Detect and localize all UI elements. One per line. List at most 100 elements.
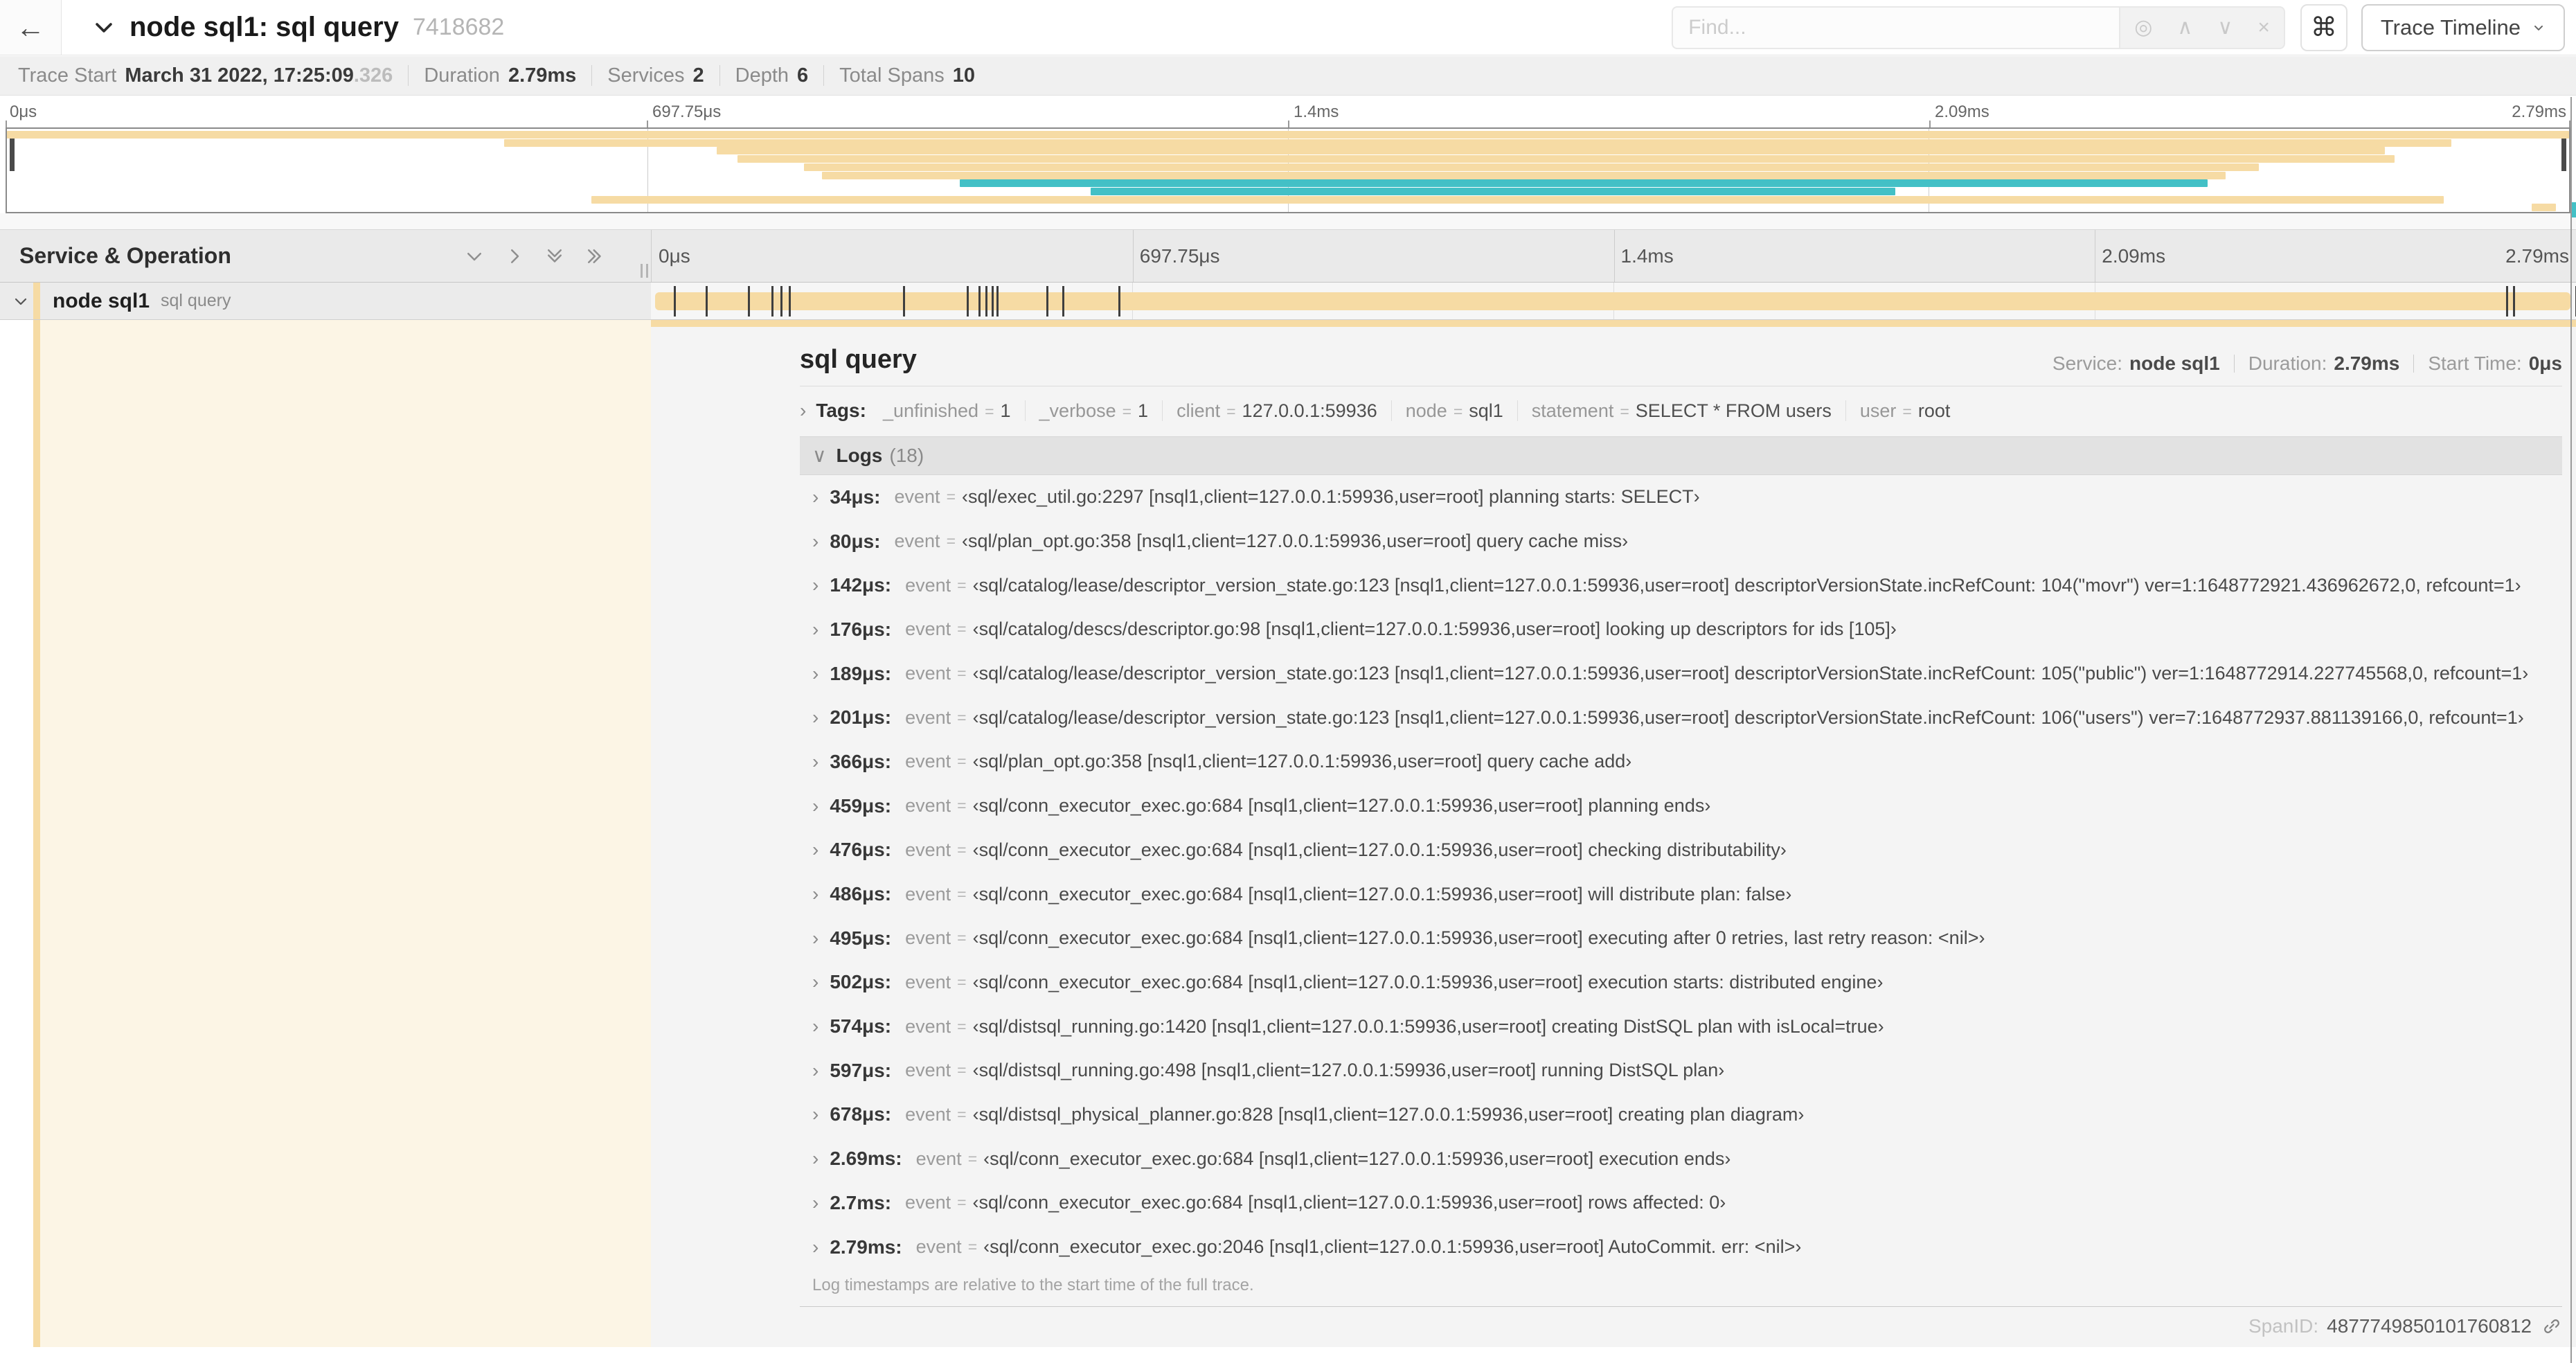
link-icon[interactable] bbox=[2541, 1316, 2562, 1337]
tags-row[interactable]: › Tags: _unfinished = 1 _verbose = 1 client = 12… bbox=[800, 395, 2562, 427]
chevron-down-icon[interactable]: ∨ bbox=[812, 446, 827, 465]
chevron-down-icon[interactable] bbox=[92, 16, 116, 39]
chevron-right-icon[interactable]: › bbox=[812, 1060, 819, 1080]
span-tree-toggle-icon[interactable] bbox=[12, 293, 29, 310]
log-marker bbox=[967, 286, 969, 317]
chevron-right-icon[interactable]: › bbox=[812, 1193, 819, 1213]
span-duration-bar[interactable] bbox=[655, 292, 2570, 310]
span-timeline-cell[interactable] bbox=[651, 283, 2576, 319]
back-button[interactable]: ← bbox=[0, 0, 62, 55]
log-rows: › 34μs: event = ‹sql/exec_util.go:2297 [nsql… bbox=[800, 475, 2562, 1269]
chevron-right-icon[interactable]: › bbox=[812, 576, 819, 595]
log-marker bbox=[992, 286, 994, 317]
chevron-right-icon[interactable]: › bbox=[812, 840, 819, 859]
log-row[interactable]: › 502μs: event = ‹sql/conn_executor_exec.go:… bbox=[800, 961, 2562, 1005]
chevron-right-icon[interactable]: › bbox=[812, 796, 819, 816]
timeline-tick-label: 2.09ms bbox=[2102, 244, 2166, 267]
trace-minimap[interactable] bbox=[6, 127, 2570, 213]
log-row[interactable]: › 678μs: event = ‹sql/distsql_physical_plann… bbox=[800, 1093, 2562, 1137]
trace-info-item: Depth 6 bbox=[735, 64, 809, 87]
service-operation-header: Service & Operation bbox=[0, 230, 652, 282]
log-row[interactable]: › 597μs: event = ‹sql/distsql_running.go:498… bbox=[800, 1049, 2562, 1093]
log-marker bbox=[748, 286, 751, 317]
minimap-span-bar bbox=[960, 179, 2208, 188]
log-marker bbox=[789, 286, 791, 317]
span-color-stripe bbox=[33, 320, 40, 1347]
log-timestamp: 2.69ms: bbox=[830, 1148, 902, 1170]
chevron-right-icon[interactable]: › bbox=[800, 401, 806, 420]
prev-match-icon[interactable]: ∧ bbox=[2177, 17, 2192, 38]
logs-header[interactable]: ∨ Logs (18) bbox=[800, 436, 2562, 475]
log-row[interactable]: › 459μs: event = ‹sql/conn_executor_exec.go:… bbox=[800, 784, 2562, 828]
chevron-right-icon[interactable]: › bbox=[812, 751, 819, 772]
span-service-name: node sql1 bbox=[53, 289, 150, 312]
minimap-span-bar bbox=[591, 195, 2444, 204]
trace-info-item: Total Spans 10 bbox=[839, 64, 975, 87]
log-row[interactable]: › 2.7ms: event = ‹sql/conn_executor_exec.go:… bbox=[800, 1181, 2562, 1225]
minimap-span-bar bbox=[503, 139, 2451, 147]
clear-find-icon[interactable]: × bbox=[2257, 17, 2270, 38]
log-field-value: ‹sql/plan_opt.go:358 [nsql1,client=127.0… bbox=[972, 751, 1632, 772]
logs-label: Logs bbox=[836, 445, 883, 466]
chevron-right-icon[interactable]: › bbox=[812, 928, 819, 948]
timeline-tick-label: 1.4ms bbox=[1620, 244, 1674, 267]
chevron-right-icon[interactable]: › bbox=[812, 531, 819, 551]
tag-equals: = bbox=[1226, 402, 1236, 420]
log-row[interactable]: › 574μs: event = ‹sql/distsql_running.go:142… bbox=[800, 1004, 2562, 1049]
chevron-right-icon[interactable]: › bbox=[812, 1149, 819, 1168]
timeline-tick-label: 697.75μs bbox=[1139, 244, 1220, 267]
keyboard-shortcuts-button[interactable]: ⌘ bbox=[2300, 3, 2347, 51]
log-row[interactable]: › 80μs: event = ‹sql/plan_opt.go:358 [nsql1,… bbox=[800, 519, 2562, 564]
chevron-right-icon[interactable]: › bbox=[812, 663, 819, 684]
timeline-tick-label: 0μs bbox=[659, 244, 690, 267]
log-field-value: ‹sql/conn_executor_exec.go:684 [nsql1,cl… bbox=[972, 839, 1787, 860]
chevron-down-icon[interactable] bbox=[464, 246, 485, 267]
log-row[interactable]: › 201μs: event = ‹sql/catalog/lease/descript… bbox=[800, 695, 2562, 740]
double-chevron-right-icon[interactable] bbox=[584, 246, 605, 267]
trace-info-item: Trace Start March 31 2022, 17:25:09.326 bbox=[18, 64, 393, 87]
find-input[interactable] bbox=[1672, 6, 2120, 49]
log-field-key: event bbox=[915, 1236, 962, 1258]
tag-item: statement = SELECT * FROM users bbox=[1532, 400, 1832, 422]
chevron-right-icon[interactable]: › bbox=[812, 1237, 819, 1257]
tag-equals: = bbox=[985, 402, 994, 420]
span-name-cell[interactable]: node sql1 sql query bbox=[0, 283, 651, 319]
log-row[interactable]: › 2.79ms: event = ‹sql/conn_executor_exec.go… bbox=[800, 1225, 2562, 1270]
next-match-icon[interactable]: ∨ bbox=[2217, 17, 2233, 38]
chevron-right-icon[interactable]: › bbox=[812, 1105, 819, 1124]
trace-info-value-fraction: .326 bbox=[353, 64, 393, 87]
log-field-key: event bbox=[905, 751, 951, 772]
locate-span-icon[interactable]: ◎ bbox=[2134, 17, 2152, 38]
axis-tick-label: 2.09ms bbox=[1935, 103, 1989, 121]
chevron-right-icon[interactable] bbox=[504, 246, 525, 267]
log-timestamp: 189μs: bbox=[830, 662, 892, 684]
log-row[interactable]: › 495μs: event = ‹sql/conn_executor_exec.go:… bbox=[800, 916, 2562, 961]
trace-title-group[interactable]: node sql1: sql query 7418682 bbox=[92, 12, 504, 43]
chevron-right-icon[interactable]: › bbox=[812, 884, 819, 904]
log-row[interactable]: › 2.69ms: event = ‹sql/conn_executor_exec.go… bbox=[800, 1137, 2562, 1181]
column-resizer[interactable] bbox=[641, 264, 648, 278]
double-chevron-down-icon[interactable] bbox=[544, 246, 565, 267]
log-row[interactable]: › 366μs: event = ‹sql/plan_opt.go:358 [nsql1… bbox=[800, 740, 2562, 784]
log-row[interactable]: › 176μs: event = ‹sql/catalog/descs/descript… bbox=[800, 607, 2562, 652]
tag-item: client = 127.0.0.1:59936 bbox=[1177, 400, 1377, 422]
span-row: node sql1 sql query bbox=[0, 283, 2576, 320]
tag-separator bbox=[1517, 400, 1518, 421]
tag-item: node = sql1 bbox=[1406, 400, 1503, 422]
chevron-right-icon[interactable]: › bbox=[812, 1017, 819, 1036]
chevron-right-icon[interactable]: › bbox=[812, 972, 819, 992]
log-row[interactable]: › 34μs: event = ‹sql/exec_util.go:2297 [nsql… bbox=[800, 475, 2562, 519]
minimap-span-bar bbox=[803, 163, 2260, 171]
chevron-right-icon[interactable]: › bbox=[812, 619, 819, 639]
log-row[interactable]: › 476μs: event = ‹sql/conn_executor_exec.go:… bbox=[800, 828, 2562, 873]
tag-item: _unfinished = 1 bbox=[883, 400, 1011, 422]
log-equals: = bbox=[957, 1105, 967, 1123]
chevron-right-icon[interactable]: › bbox=[812, 708, 819, 727]
log-row[interactable]: › 486μs: event = ‹sql/conn_executor_exec.go:… bbox=[800, 872, 2562, 916]
log-field-key: event bbox=[905, 795, 951, 817]
chevron-right-icon[interactable]: › bbox=[812, 487, 819, 507]
trace-view-dropdown[interactable]: Trace Timeline bbox=[2361, 3, 2565, 51]
log-row[interactable]: › 189μs: event = ‹sql/catalog/lease/descript… bbox=[800, 652, 2562, 696]
tag-item: _verbose = 1 bbox=[1039, 400, 1149, 422]
log-row[interactable]: › 142μs: event = ‹sql/catalog/lease/descript… bbox=[800, 563, 2562, 607]
